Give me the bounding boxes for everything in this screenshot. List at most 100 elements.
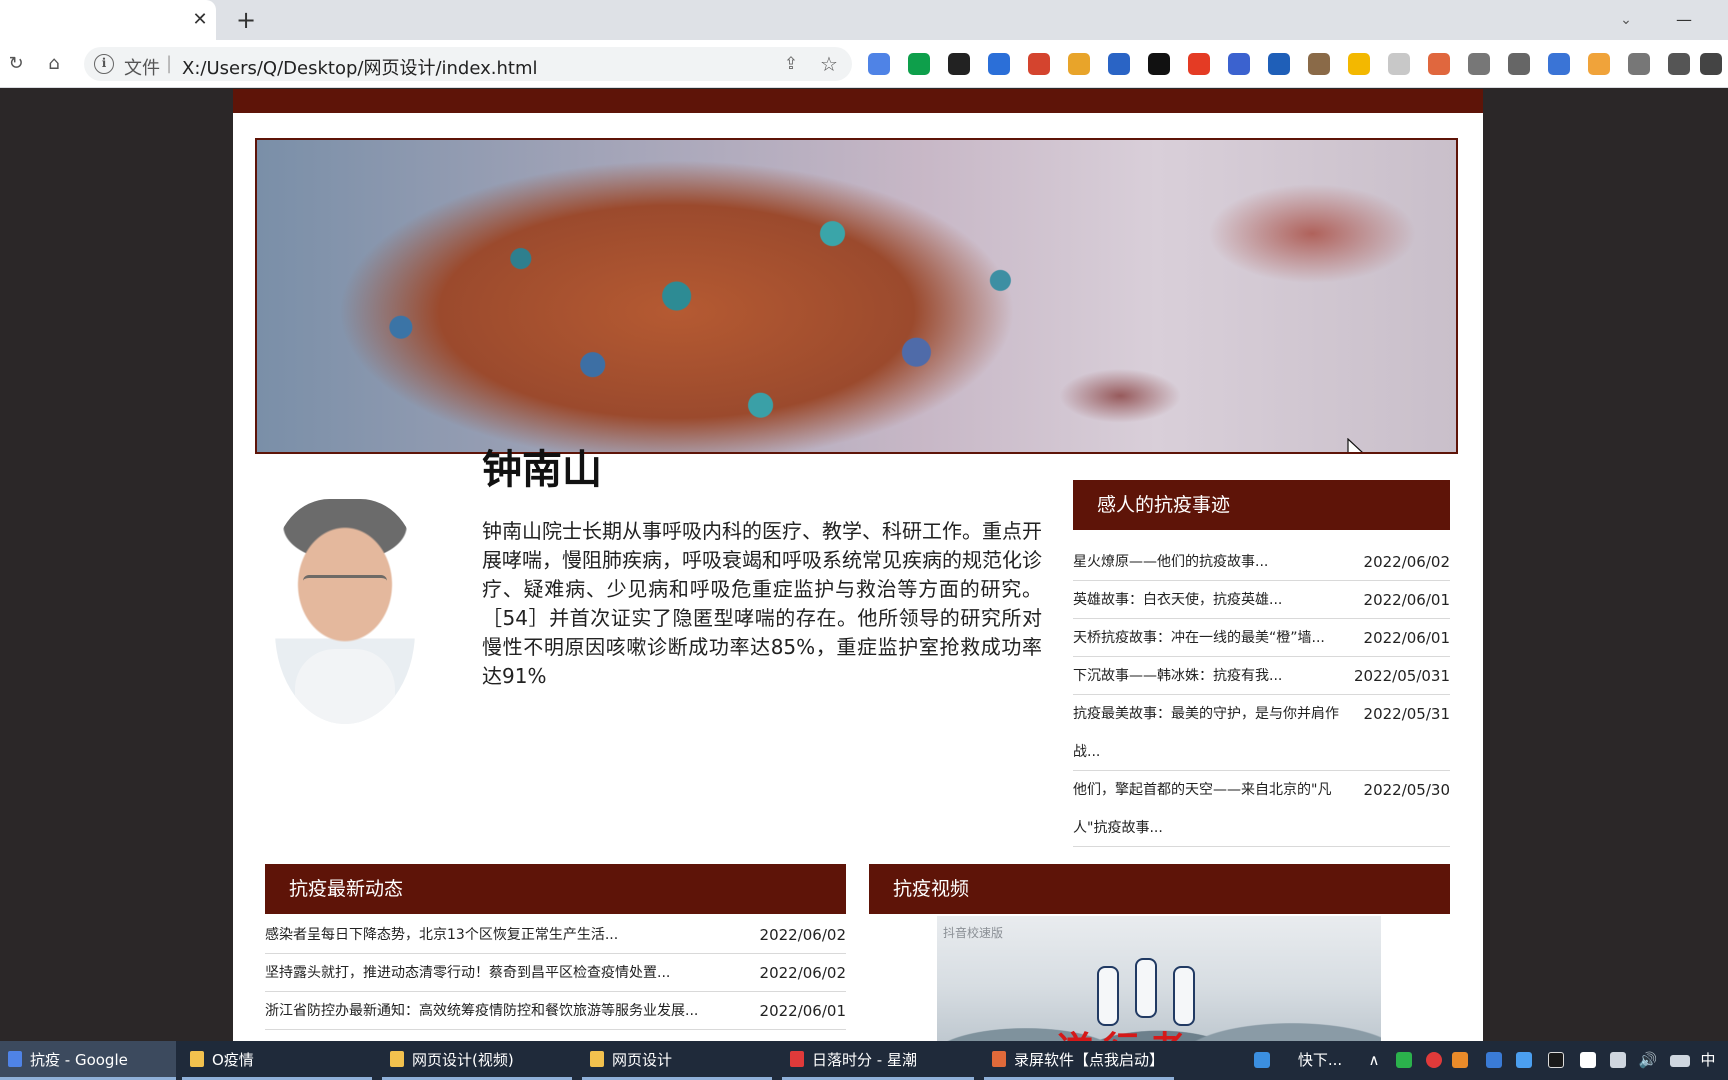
taskbar-app-label: O疫情 [212,1051,254,1069]
taskbar-app-icon [590,1051,604,1067]
taskbar-app-button[interactable]: O疫情 [182,1041,372,1080]
puzzle-ext-icon[interactable] [1668,53,1690,75]
network-ext-icon[interactable] [1428,53,1450,75]
taskbar-app-button[interactable]: 网页设计 [582,1041,772,1080]
taskbar-app-label: 录屏软件【点我启动】 [1014,1051,1165,1069]
file-scheme-label: 文件 [124,58,160,79]
story-list-item[interactable]: 天桥抗疫故事：冲在一线的最美“橙”墙... 2022/06/01 [1073,619,1450,657]
reload-icon[interactable]: ↻ [2,50,30,78]
orange-ext-icon[interactable] [1588,53,1610,75]
story-list-item[interactable]: 星火燎原——他们的抗疫故事... 2022/06/02 [1073,543,1450,581]
taskbar-app-button[interactable]: 录屏软件【点我启动】 [984,1041,1174,1080]
person-name-heading: 钟南山 [482,447,602,493]
address-bar[interactable]: i 文件 | X:/Users/Q/Desktop/网页设计/index.htm… [84,47,852,81]
news-date: 2022/06/02 [759,926,846,944]
wifi-tray-icon[interactable] [1610,1052,1626,1068]
portrait-shirt [295,649,395,724]
translate-ext-icon[interactable] [1028,53,1050,75]
home-icon[interactable]: ⌂ [40,50,68,78]
news-title-link[interactable]: 感染者呈每日下降态势，北京13个区恢复正常生产生活... [265,916,735,954]
sidepanel-ext-icon[interactable] [1700,53,1722,75]
story-date: 2022/05/31 [1363,705,1450,723]
y-ext-icon[interactable] [1268,53,1290,75]
story-title-link[interactable]: 抗疫最美故事：最美的守护，是与你并肩作战... [1073,695,1353,771]
browser-tab-active[interactable]: ✕ [0,0,216,40]
recorder-tray-icon[interactable] [1426,1052,1442,1068]
site-info-icon[interactable]: i [94,54,114,74]
news-title-link[interactable]: 坚持露头就打，推进动态清零行动！蔡奇到昌平区检查疫情处置... [265,954,735,992]
app-tray-icon[interactable] [1516,1052,1532,1068]
close-tab-icon[interactable]: ✕ [188,8,212,32]
qq-tray-icon[interactable] [1548,1052,1564,1068]
video-player[interactable]: 抖音校速版 逆行者 [937,916,1381,1041]
grid-ext-icon[interactable] [1388,53,1410,75]
bookmark-star-icon[interactable]: ☆ [816,51,842,77]
chrome-ext-icon[interactable] [868,53,890,75]
story-list-item[interactable]: 他们，擎起首都的天空——来自北京的"凡人"抗疫故事... 2022/05/30 [1073,771,1450,847]
story-list-item[interactable]: 抗疫最美故事：最美的守护，是与你并肩作战... 2022/05/31 [1073,695,1450,771]
download-ext-icon[interactable] [1108,53,1130,75]
taskbar-app-button[interactable]: 日落时分 - 星潮 [782,1041,974,1080]
url-text[interactable]: X:/Users/Q/Desktop/网页设计/index.html [182,54,538,80]
news-title-link[interactable]: 浙江省防控办最新通知：高效统筹疫情防控和餐饮旅游等服务业发展... [265,992,735,1030]
top-nav-strip [233,89,1483,113]
story-title-link[interactable]: 下沉故事——韩冰姝：抗疫有我... [1073,657,1353,695]
person-bio-text: 钟南山院士长期从事呼吸内科的医疗、教学、科研工作。重点开展哮喘，慢阻肺疾病，呼吸… [482,519,1042,688]
volume-icon[interactable]: 🔊 [1636,1041,1660,1080]
share-icon[interactable]: ⇪ [778,51,804,77]
owl-ext-icon[interactable] [1308,53,1330,75]
windows-taskbar: 抗疫 - Google Chro... O疫情 网页设计(视频) 网页设计 日落时分 -… [0,1041,1728,1080]
circle-ext-icon[interactable] [1068,53,1090,75]
search-ext-icon[interactable] [988,53,1010,75]
news-list-item[interactable]: 感染者呈每日下降态势，北京13个区恢复正常生产生活... 2022/06/02 [265,916,846,954]
g-ext-icon[interactable] [1228,53,1250,75]
shield-ext-icon[interactable] [908,53,930,75]
story-title-link[interactable]: 天桥抗疫故事：冲在一线的最美“橙”墙... [1073,619,1353,657]
box-ext-icon[interactable] [948,53,970,75]
news-date: 2022/06/02 [759,964,846,982]
taskbar-app-button[interactable]: 网页设计(视频) [382,1041,572,1080]
camera-ext-icon[interactable] [1508,53,1530,75]
ime-grid-tray-icon[interactable] [1580,1052,1596,1068]
story-title-link[interactable]: 他们，擎起首都的天空——来自北京的"凡人"抗疫故事... [1073,771,1353,847]
alert-tray-icon[interactable] [1452,1052,1468,1068]
battery-tray-icon[interactable] [1670,1055,1690,1067]
stories-box-title: 感人的抗疫事迹 [1073,480,1450,530]
story-title-link[interactable]: 英雄故事：白衣天使，抗疫英雄... [1073,581,1353,619]
story-date: 2022/05/30 [1363,781,1450,799]
cloud-ext-icon[interactable] [1468,53,1490,75]
taskbar-app-label: 网页设计 [612,1051,673,1069]
tab-search-icon[interactable]: ⌄ [1614,8,1638,32]
news-box-title: 抗疫最新动态 [265,864,846,914]
ime-mode-indicator[interactable]: 中 [1696,1041,1720,1080]
gear-ext-icon[interactable] [1628,53,1650,75]
taskbar-app-icon [8,1051,22,1067]
news-list-item[interactable]: 浙江省防控办最新通知：高效统筹疫情防控和餐饮旅游等服务业发展... 2022/06… [265,992,846,1030]
video-caption: 逆行者 [1057,1021,1257,1041]
minimize-button[interactable]: — [1672,8,1696,32]
stories-list: 星火燎原——他们的抗疫故事... 2022/06/02 英雄故事：白衣天使，抗疫英雄… [1073,543,1450,847]
taskbar-app-label: 网页设计(视频) [412,1051,514,1069]
story-date: 2022/06/01 [1363,591,1450,609]
dark-ext-icon[interactable] [1148,53,1170,75]
weather-icon[interactable] [1254,1052,1270,1068]
new-tab-button[interactable]: + [232,6,260,34]
edge-tray-icon[interactable] [1486,1052,1502,1068]
wechat-tray-icon[interactable] [1396,1052,1412,1068]
story-date: 2022/06/01 [1363,629,1450,647]
story-date: 2022/05/031 [1354,667,1450,685]
yellow-ext-icon[interactable] [1348,53,1370,75]
weather-text[interactable]: 快下... [1290,1041,1350,1080]
story-title-link[interactable]: 星火燎原——他们的抗疫故事... [1073,543,1353,581]
news-list-item[interactable]: 坚持露头就打，推进动态清零行动！蔡奇到昌平区检查疫情处置... 2022/06/0… [265,954,846,992]
taskbar-app-icon [390,1051,404,1067]
browser-tab-bar: ✕ + ⌄ — [0,0,1728,40]
story-list-item[interactable]: 下沉故事——韩冰姝：抗疫有我... 2022/05/031 [1073,657,1450,695]
stop-ext-icon[interactable] [1188,53,1210,75]
news-date: 2022/06/01 [759,1002,846,1020]
taskbar-app-button[interactable]: 抗疫 - Google Chro... [0,1041,176,1080]
story-list-item[interactable]: 英雄故事：白衣天使，抗疫英雄... 2022/06/01 [1073,581,1450,619]
tray-expand-icon[interactable]: ∧ [1364,1041,1384,1080]
jh-ext-icon[interactable] [1548,53,1570,75]
page-viewport: 钟南山 钟南山院士长期从事呼吸内科的医疗、教学、科研工作。重点开展哮喘，慢阻肺疾… [0,89,1728,1041]
